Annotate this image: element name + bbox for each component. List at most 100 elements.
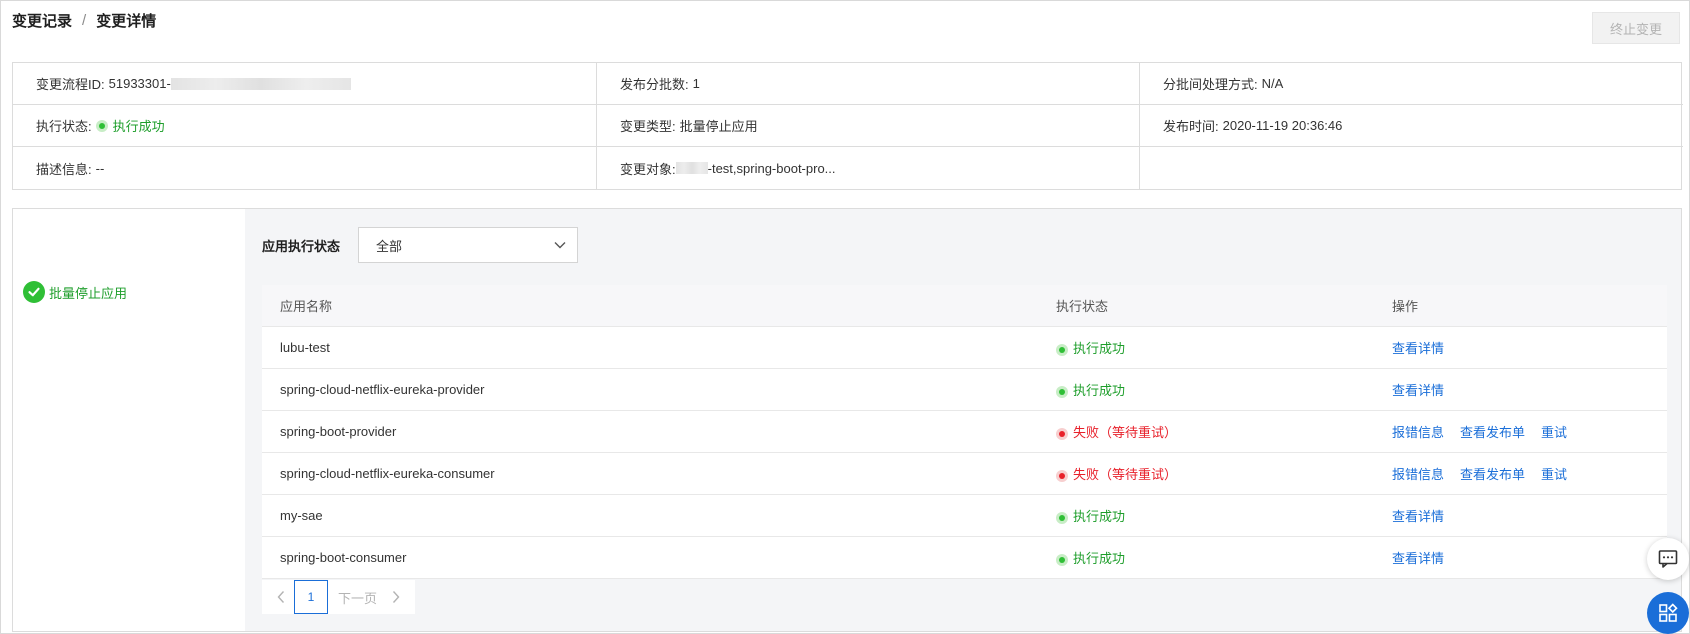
breadcrumb-parent[interactable]: 变更记录 (12, 10, 72, 31)
header-status: 执行状态 (1056, 299, 1109, 314)
status-text: 失败（等待重试） (1073, 425, 1178, 440)
view-detail-link[interactable]: 查看详情 (1392, 338, 1444, 357)
desc-value: -- (95, 160, 105, 176)
status-select-value: 全部 (376, 238, 403, 254)
status-text: 执行成功 (1073, 383, 1126, 398)
exec-status-value: 执行成功 (112, 119, 165, 134)
success-dot-icon (1056, 553, 1068, 566)
app-name: spring-cloud-netflix-eureka-consumer (280, 466, 495, 481)
app-status: 执行成功 (1052, 506, 1390, 525)
prev-page-button[interactable] (268, 590, 294, 604)
view-publish-order-link[interactable]: 查看发布单 (1460, 422, 1525, 441)
status-text: 执行成功 (1073, 509, 1126, 524)
table-row: spring-cloud-netflix-eureka-provider 执行成… (262, 369, 1667, 411)
publish-time-label: 发布时间: (1163, 119, 1219, 134)
success-dot-icon (1056, 343, 1068, 356)
table-row: spring-boot-provider 失败（等待重试） 报错信息 查看发布单… (262, 411, 1667, 453)
row-actions: 查看详情 (1390, 380, 1667, 399)
fail-dot-icon (1056, 427, 1068, 440)
change-detail-panel: 批量停止应用 应用执行状态 全部 应用名称 执行状态 操作 lubu-test … (12, 208, 1682, 632)
error-info-link[interactable]: 报错信息 (1392, 464, 1444, 483)
next-page-button[interactable] (383, 590, 409, 604)
pagination: 1 下一页 (262, 580, 416, 614)
chat-icon (1658, 550, 1678, 568)
change-type-cell: 变更类型: 批量停止应用 (597, 105, 1140, 147)
app-status-area: 应用执行状态 全部 应用名称 执行状态 操作 lubu-test 执行成功 查看… (245, 209, 1681, 631)
redacted-block (675, 162, 708, 174)
retry-link[interactable]: 重试 (1541, 464, 1567, 483)
next-page-label[interactable]: 下一页 (338, 588, 377, 607)
chevron-down-icon (553, 238, 567, 252)
status-text: 执行成功 (1073, 341, 1126, 356)
stage-list: 批量停止应用 (13, 209, 245, 631)
chevron-right-icon (392, 591, 400, 603)
row-actions: 查看详情 (1390, 338, 1667, 357)
success-dot-icon (1056, 511, 1068, 524)
retry-link[interactable]: 重试 (1541, 422, 1567, 441)
breadcrumb-separator: / (82, 12, 87, 29)
row-actions: 查看详情 (1390, 548, 1667, 567)
view-detail-link[interactable]: 查看详情 (1392, 506, 1444, 525)
desc-cell: 描述信息: -- (13, 147, 597, 189)
feedback-chat-button[interactable] (1647, 538, 1689, 580)
flow-id-label: 变更流程ID: (36, 77, 105, 92)
page-number-button[interactable]: 1 (294, 580, 328, 614)
target-cell: 变更对象: -test,spring-boot-pro... (597, 147, 1140, 189)
status-filter: 应用执行状态 全部 (262, 227, 579, 263)
row-actions: 报错信息 查看发布单 重试 (1390, 464, 1667, 483)
target-value: -test,spring-boot-pro... (707, 160, 836, 176)
change-type-value: 批量停止应用 (679, 119, 758, 134)
header-name: 应用名称 (280, 299, 333, 314)
view-detail-link[interactable]: 查看详情 (1392, 548, 1444, 567)
flow-id-cell: 变更流程ID: 51933301- (13, 63, 597, 105)
app-status: 执行成功 (1052, 380, 1390, 399)
status-text: 失败（等待重试） (1073, 467, 1178, 482)
table-row: spring-cloud-netflix-eureka-consumer 失败（… (262, 453, 1667, 495)
app-menu-button[interactable] (1647, 592, 1689, 634)
stage-item[interactable]: 批量停止应用 (23, 281, 127, 303)
batch-mode-cell: 分批间处理方式: N/A (1140, 63, 1683, 105)
app-name: spring-boot-consumer (280, 550, 407, 565)
app-status: 执行成功 (1052, 338, 1390, 357)
publish-time-cell: 发布时间: 2020-11-19 20:36:46 (1140, 105, 1683, 147)
app-status: 执行成功 (1052, 548, 1390, 567)
breadcrumb: 变更记录 / 变更详情 (12, 10, 156, 31)
fail-dot-icon (1056, 469, 1068, 482)
desc-label: 描述信息: (36, 161, 92, 177)
view-publish-order-link[interactable]: 查看发布单 (1460, 464, 1525, 483)
exec-status-label: 执行状态: (36, 119, 92, 134)
view-detail-link[interactable]: 查看详情 (1392, 380, 1444, 399)
app-name: my-sae (280, 508, 323, 523)
success-dot-icon (1056, 385, 1068, 398)
target-label: 变更对象: (620, 161, 676, 177)
empty-cell (1140, 147, 1683, 189)
batch-mode-value: N/A (1261, 76, 1284, 91)
app-name: lubu-test (280, 340, 330, 355)
change-info-grid: 变更流程ID: 51933301- 发布分批数: 1 分批间处理方式: N/A … (12, 62, 1683, 190)
status-select[interactable]: 全部 (358, 227, 579, 263)
flow-id-value: 51933301- (108, 76, 171, 91)
app-table: 应用名称 执行状态 操作 lubu-test 执行成功 查看详情 spring-… (262, 285, 1667, 579)
table-row: lubu-test 执行成功 查看详情 (262, 327, 1667, 369)
check-circle-icon (23, 281, 45, 303)
batch-count-label: 发布分批数: (620, 77, 689, 92)
table-row: spring-boot-consumer 执行成功 查看详情 (262, 537, 1667, 579)
filter-label: 应用执行状态 (262, 238, 341, 254)
stop-change-button[interactable]: 终止变更 (1592, 12, 1680, 44)
row-actions: 报错信息 查看发布单 重试 (1390, 422, 1667, 441)
status-text: 执行成功 (1073, 551, 1126, 566)
app-name: spring-boot-provider (280, 424, 397, 439)
stage-label: 批量停止应用 (49, 285, 128, 301)
redacted-block (170, 77, 351, 90)
publish-time-value: 2020-11-19 20:36:46 (1222, 118, 1343, 133)
table-header: 应用名称 执行状态 操作 (262, 285, 1667, 327)
app-status: 失败（等待重试） (1052, 422, 1390, 441)
header-ops: 操作 (1392, 299, 1419, 314)
batch-mode-label: 分批间处理方式: (1163, 77, 1258, 92)
breadcrumb-current: 变更详情 (96, 13, 157, 30)
chevron-left-icon (277, 591, 285, 603)
exec-status-cell: 执行状态: 执行成功 (13, 105, 597, 147)
change-type-label: 变更类型: (620, 119, 676, 134)
error-info-link[interactable]: 报错信息 (1392, 422, 1444, 441)
table-row: my-sae 执行成功 查看详情 (262, 495, 1667, 537)
